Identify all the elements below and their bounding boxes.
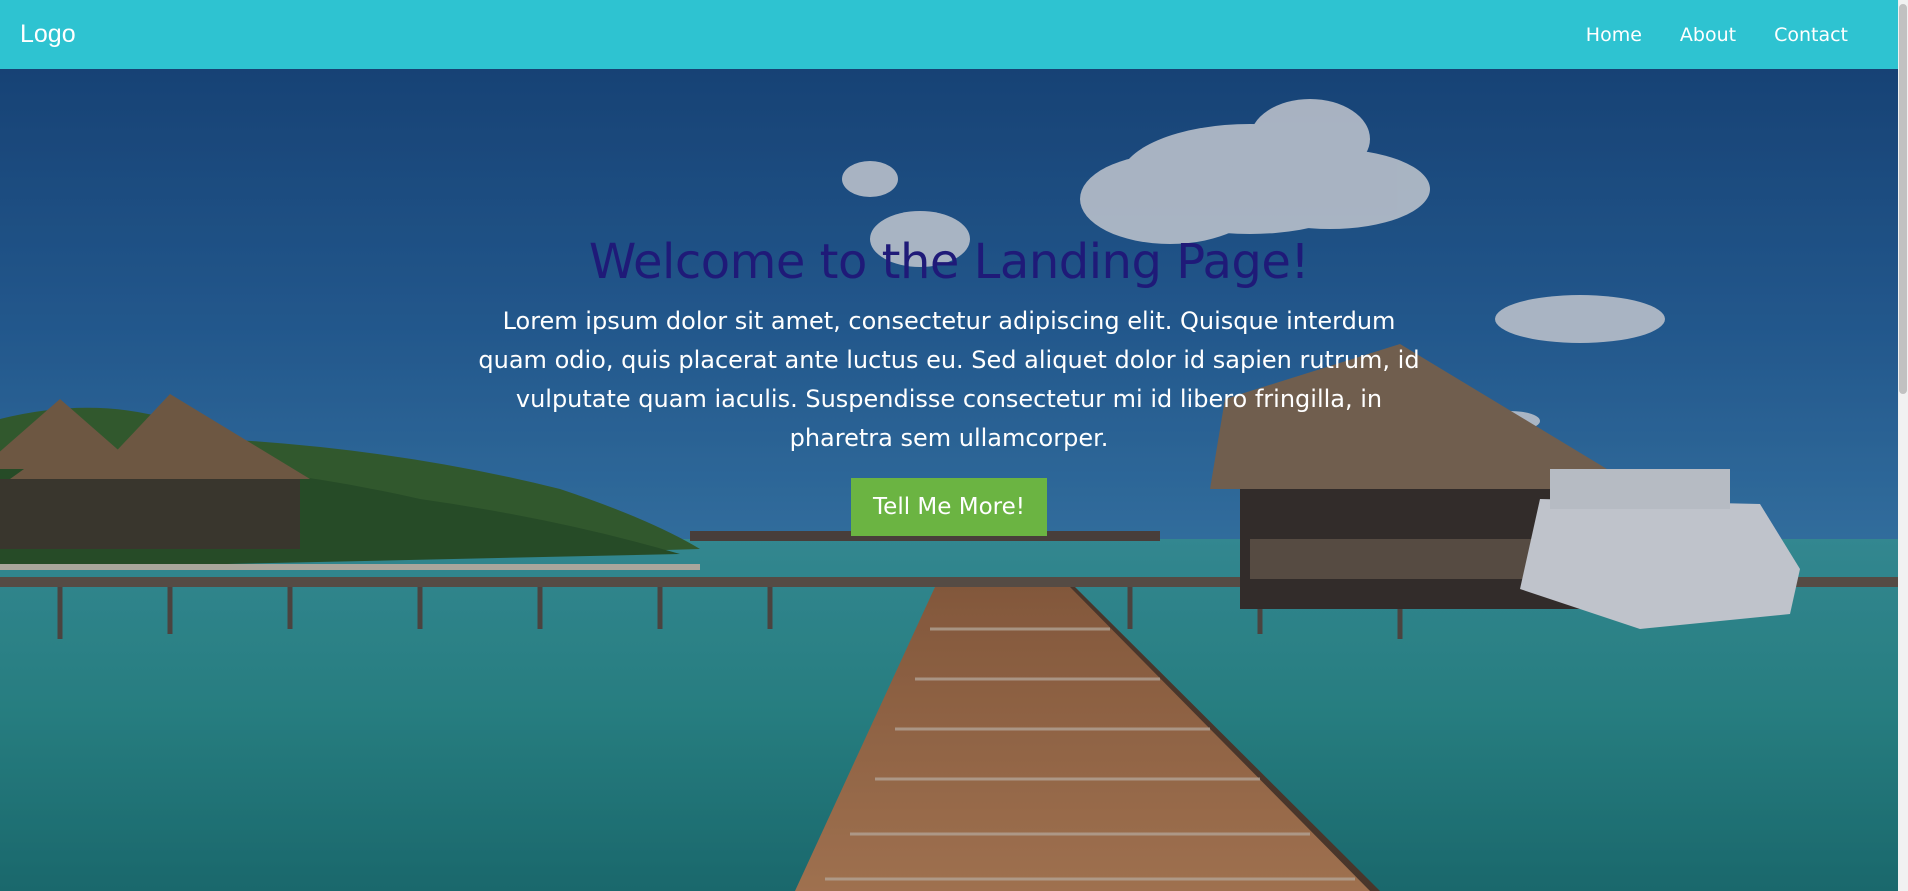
nav-home-link[interactable]: Home bbox=[1586, 24, 1642, 46]
hero-description: Lorem ipsum dolor sit amet, consectetur … bbox=[478, 307, 1420, 452]
hero-title: Welcome to the Landing Page! bbox=[588, 234, 1310, 290]
nav-contact-link[interactable]: Contact bbox=[1774, 24, 1848, 46]
scrollbar-thumb[interactable] bbox=[1899, 4, 1907, 394]
nav-about-link[interactable]: About bbox=[1680, 24, 1736, 46]
vertical-scrollbar[interactable] bbox=[1898, 0, 1908, 891]
hero-section: Welcome to the Landing Page! Lorem ipsum… bbox=[0, 69, 1898, 891]
nav-links: Home About Contact bbox=[1586, 24, 1848, 46]
top-navbar: Logo Home About Contact bbox=[0, 0, 1898, 69]
hero-content: Welcome to the Landing Page! Lorem ipsum… bbox=[0, 234, 1898, 536]
tell-me-more-button[interactable]: Tell Me More! bbox=[851, 478, 1047, 536]
landing-page: Logo Home About Contact Welcome to the L… bbox=[0, 0, 1908, 891]
logo[interactable]: Logo bbox=[20, 20, 76, 49]
